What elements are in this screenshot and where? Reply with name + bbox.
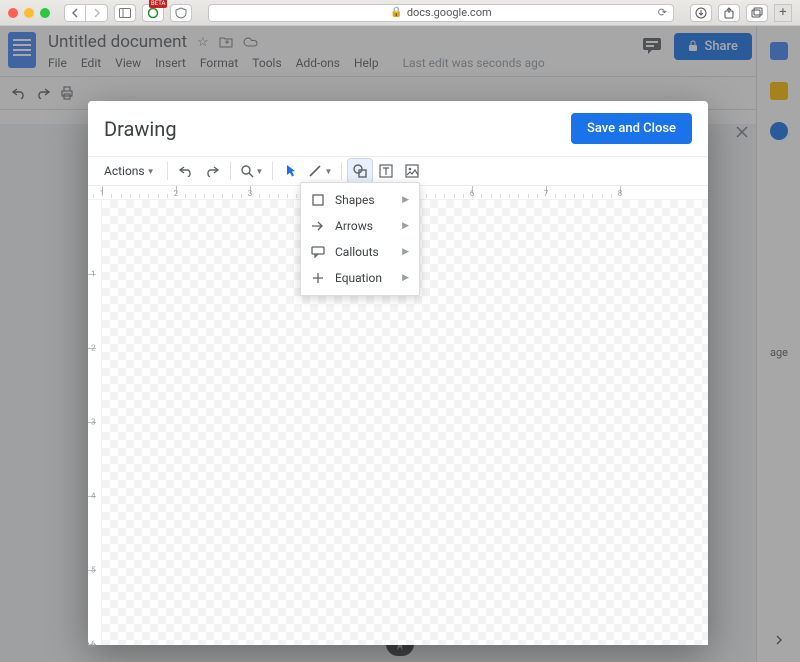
submenu-arrow-icon: ▶ (402, 195, 409, 205)
forward-button[interactable] (86, 4, 108, 22)
lock-icon: 🔒 (390, 7, 402, 18)
close-window-button[interactable] (8, 8, 18, 18)
drawing-title: Drawing (104, 117, 177, 141)
equation-icon (311, 271, 325, 285)
shape-menu-item-label: Equation (335, 271, 382, 285)
redo-icon (205, 165, 219, 177)
close-modal-button[interactable] (730, 120, 754, 144)
new-tab-button[interactable]: + (774, 4, 792, 22)
reload-icon[interactable]: ⟳ (658, 6, 667, 19)
undo-button[interactable] (174, 159, 198, 183)
ruler-label: 2 (91, 344, 96, 353)
extension-button[interactable] (142, 4, 164, 22)
shape-menu-item-label: Callouts (335, 245, 379, 259)
textbox-tool-button[interactable] (374, 159, 398, 183)
window-controls (8, 8, 50, 18)
submenu-arrow-icon: ▶ (402, 221, 409, 231)
square-icon (311, 193, 325, 207)
url-text: docs.google.com (407, 6, 492, 19)
shape-menu-item-arrow[interactable]: Arrows ▶ (301, 213, 419, 239)
tabs-icon (751, 7, 763, 19)
zoom-button[interactable]: ▼ (237, 159, 267, 183)
close-icon (736, 126, 748, 138)
toolbar-separator (230, 162, 231, 180)
toolbar-separator (341, 162, 342, 180)
share-safari-button[interactable] (718, 4, 740, 22)
shape-menu-item-label: Shapes (335, 193, 375, 207)
toolbar-separator (272, 162, 273, 180)
ruler-label: 3 (91, 418, 96, 427)
image-tool-button[interactable] (400, 159, 424, 183)
drawing-header: Drawing Save and Close (88, 101, 708, 156)
shape-menu-item-equation[interactable]: Equation ▶ (301, 265, 419, 291)
submenu-arrow-icon: ▶ (402, 247, 409, 257)
shape-icon (353, 164, 367, 178)
shape-submenu: Shapes ▶ Arrows ▶ Callouts ▶ Equation ▶ (300, 182, 420, 296)
sidebar-button[interactable] (114, 4, 136, 22)
ruler-label: 8 (618, 189, 623, 198)
privacy-button[interactable] (170, 4, 192, 22)
ruler-label: 1 (100, 189, 105, 198)
ruler-label: 7 (544, 189, 549, 198)
shape-tool-button[interactable] (348, 159, 372, 183)
ruler-label: 1 (91, 270, 96, 279)
image-icon (405, 164, 419, 178)
chevron-right-icon (93, 8, 101, 18)
select-tool-button[interactable] (279, 159, 303, 183)
line-icon (308, 164, 322, 178)
zoom-icon (240, 164, 254, 178)
ruler-label: 4 (91, 492, 96, 501)
line-tool-button[interactable]: ▼ (305, 159, 335, 183)
toolbar-separator (167, 162, 168, 180)
ruler-label: 6 (91, 640, 96, 649)
shape-menu-item-square[interactable]: Shapes ▶ (301, 187, 419, 213)
downloads-button[interactable] (690, 4, 712, 22)
chevron-left-icon (71, 8, 79, 18)
ruler-label: 3 (248, 189, 253, 198)
shape-menu-item-label: Arrows (335, 219, 373, 233)
save-and-close-label: Save and Close (587, 121, 676, 136)
download-icon (695, 7, 707, 19)
privacy-icon (175, 7, 187, 19)
nav-buttons (64, 4, 108, 22)
actions-menu-button[interactable]: Actions▼ (98, 159, 161, 183)
tabs-button[interactable] (746, 4, 768, 22)
submenu-arrow-icon: ▶ (402, 273, 409, 283)
panel-icon (119, 8, 131, 18)
undo-icon (179, 165, 193, 177)
ruler-label: 2 (174, 189, 179, 198)
url-bar: 🔒 docs.google.com ⟳ (208, 4, 674, 22)
drawing-vertical-ruler: 123456 (88, 200, 102, 645)
shape-menu-item-callout[interactable]: Callouts ▶ (301, 239, 419, 265)
minimize-window-button[interactable] (24, 8, 34, 18)
maximize-window-button[interactable] (40, 8, 50, 18)
save-and-close-button[interactable]: Save and Close (571, 113, 692, 144)
ruler-label: 6 (470, 189, 475, 198)
actions-label: Actions (104, 164, 145, 178)
docs-app: Untitled document ☆ File Edit View Inser… (0, 26, 800, 662)
back-button[interactable] (64, 4, 86, 22)
textbox-icon (379, 164, 393, 178)
share-icon (723, 7, 735, 19)
browser-toolbar: 🔒 docs.google.com ⟳ + (0, 0, 800, 26)
url-field[interactable]: 🔒 docs.google.com ⟳ (208, 4, 674, 22)
callout-icon (311, 245, 325, 259)
cursor-icon (285, 164, 297, 178)
shield-icon (147, 7, 159, 19)
ruler-label: 5 (91, 566, 96, 575)
redo-button[interactable] (200, 159, 224, 183)
arrow-icon (311, 219, 325, 233)
